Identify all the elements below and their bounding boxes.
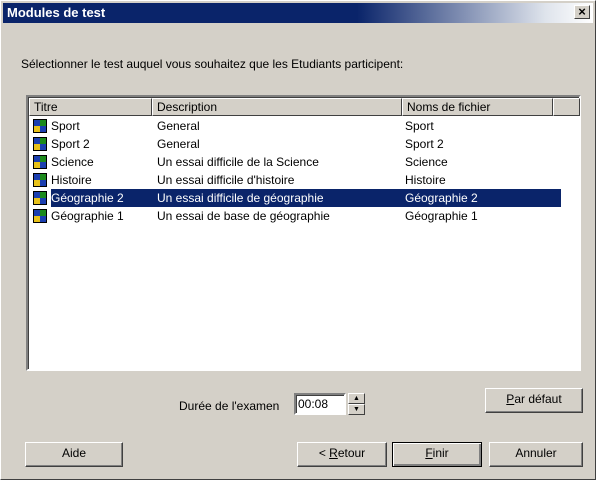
back-prefix: < [318, 446, 330, 460]
row-title: Sport 2 [51, 137, 90, 151]
row-filename: Sport 2 [405, 137, 444, 151]
test-list[interactable]: Titre Description Noms de fichier Sport … [26, 95, 581, 371]
default-settings-label: ar défaut [514, 392, 562, 406]
row-description: Un essai difficile de géographie [157, 191, 324, 205]
row-title: Science [51, 155, 94, 169]
test-module-icon [33, 191, 47, 205]
title-bar[interactable]: Modules de test × [3, 3, 593, 23]
close-icon: × [578, 4, 586, 19]
column-header-description[interactable]: Description [152, 98, 402, 116]
test-module-icon [33, 119, 47, 133]
cancel-button[interactable]: Annuler [489, 442, 583, 467]
row-title: Histoire [51, 173, 92, 187]
test-module-icon [33, 173, 47, 187]
column-header-filename[interactable]: Noms de fichier [402, 98, 553, 116]
row-description: General [157, 137, 200, 151]
list-row[interactable]: Science Un essai difficile de la Science… [29, 153, 580, 171]
test-module-icon [33, 155, 47, 169]
finish-button[interactable]: Finir [392, 442, 482, 467]
duration-label: Durée de l'examen [179, 399, 280, 413]
row-description: Un essai difficile de la Science [157, 155, 319, 169]
row-filename: Géographie 1 [405, 209, 478, 223]
finish-accesskey: F [425, 446, 433, 460]
spin-up-button[interactable]: ▲ [348, 393, 365, 404]
column-header-title[interactable]: Titre [29, 98, 152, 116]
finish-label: inir [432, 446, 449, 460]
arrow-up-icon: ▲ [353, 395, 360, 402]
back-button[interactable]: < Retour [297, 442, 387, 467]
test-module-icon [33, 137, 47, 151]
duration-input[interactable] [294, 393, 346, 415]
row-description: Un essai de base de géographie [157, 209, 330, 223]
close-button[interactable]: × [574, 5, 590, 19]
list-row[interactable]: Histoire Un essai difficile d'histoire H… [29, 171, 580, 189]
row-title: Sport [51, 119, 80, 133]
list-row-selected[interactable]: Géographie 2 Un essai difficile de géogr… [29, 189, 580, 207]
row-filename: Histoire [405, 173, 446, 187]
help-button[interactable]: Aide [25, 442, 123, 467]
list-row[interactable]: Sport 2 General Sport 2 [29, 135, 580, 153]
dialog-window: Modules de test × Sélectionner le test a… [0, 0, 596, 480]
column-header-filler [553, 98, 580, 116]
list-header: Titre Description Noms de fichier [29, 98, 580, 116]
spin-down-button[interactable]: ▼ [348, 404, 365, 415]
list-rows: Sport General Sport Sport 2 General Spor… [29, 117, 580, 225]
row-filename: Géographie 2 [405, 191, 478, 205]
row-description: General [157, 119, 200, 133]
row-title: Géographie 1 [51, 209, 124, 223]
list-row[interactable]: Géographie 1 Un essai de base de géograp… [29, 207, 580, 225]
row-title: Géographie 2 [51, 191, 124, 205]
arrow-down-icon: ▼ [353, 406, 360, 413]
back-accesskey: R [329, 446, 338, 460]
row-filename: Science [405, 155, 448, 169]
default-settings-button[interactable]: Par défaut [485, 388, 583, 413]
window-title: Modules de test [7, 5, 106, 20]
back-label: etour [337, 446, 366, 460]
row-description: Un essai difficile d'histoire [157, 173, 295, 187]
row-filename: Sport [405, 119, 434, 133]
list-row[interactable]: Sport General Sport [29, 117, 580, 135]
test-module-icon [33, 209, 47, 223]
instruction-text: Sélectionner le test auquel vous souhait… [21, 57, 404, 71]
